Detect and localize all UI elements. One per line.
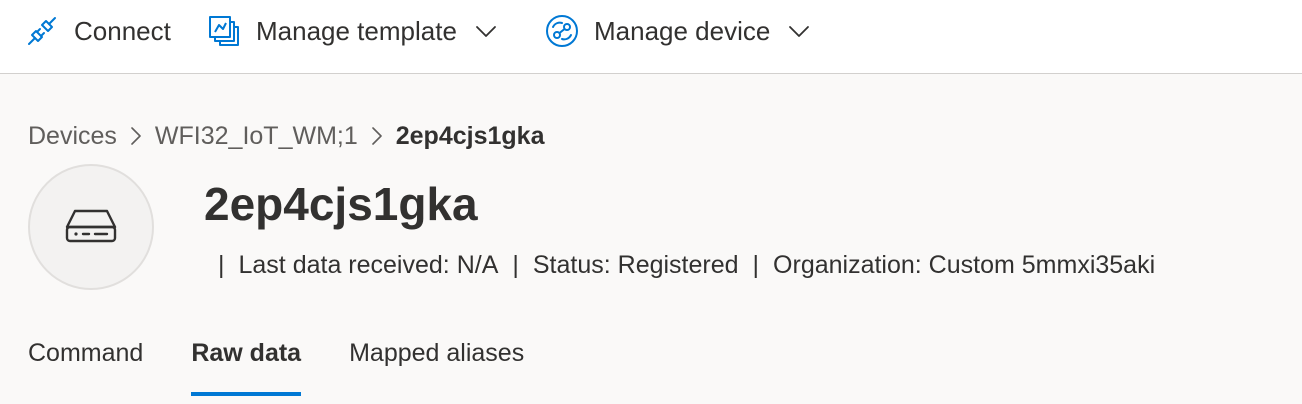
manage-device-label: Manage device [594, 15, 771, 46]
device-status: Status: Registered [532, 250, 739, 279]
template-icon [206, 13, 242, 49]
chevron-right-icon [123, 125, 149, 147]
breadcrumb: Devices WFI32_IoT_WM;1 2ep4cjs1gka [28, 118, 544, 154]
chevron-down-icon [473, 18, 499, 44]
device-title: 2ep4cjs1gka [204, 178, 478, 230]
device-meta: | Last data received: N/A | Status: Regi… [204, 246, 1155, 284]
divider: | [218, 250, 225, 279]
device-icon [63, 205, 119, 250]
tab-command[interactable]: Command [28, 330, 143, 396]
last-data-received: Last data received: N/A [238, 250, 499, 279]
plug-icon [24, 13, 60, 49]
device-organization: Organization: Custom 5mmxi35aki [773, 250, 1156, 279]
manage-template-label: Manage template [256, 15, 457, 46]
breadcrumb-current-device: 2ep4cjs1gka [395, 121, 545, 150]
device-avatar [28, 164, 154, 290]
manage-device-button[interactable]: Manage device [544, 0, 812, 62]
command-bar: Connect Manage template Manage device [0, 0, 1302, 74]
chevron-right-icon [364, 125, 390, 147]
divider: | [512, 250, 519, 279]
tab-mapped-aliases[interactable]: Mapped aliases [349, 330, 524, 396]
device-settings-icon [544, 13, 580, 49]
divider: | [752, 250, 760, 279]
chevron-down-icon [786, 18, 812, 44]
breadcrumb-template[interactable]: WFI32_IoT_WM;1 [155, 122, 358, 151]
tab-raw-data[interactable]: Raw data [191, 330, 301, 396]
breadcrumb-devices[interactable]: Devices [28, 122, 117, 151]
tab-list: Command Raw data Mapped aliases [28, 330, 524, 396]
connect-button[interactable]: Connect [24, 0, 171, 62]
manage-template-button[interactable]: Manage template [206, 0, 499, 62]
connect-label: Connect [74, 15, 171, 46]
